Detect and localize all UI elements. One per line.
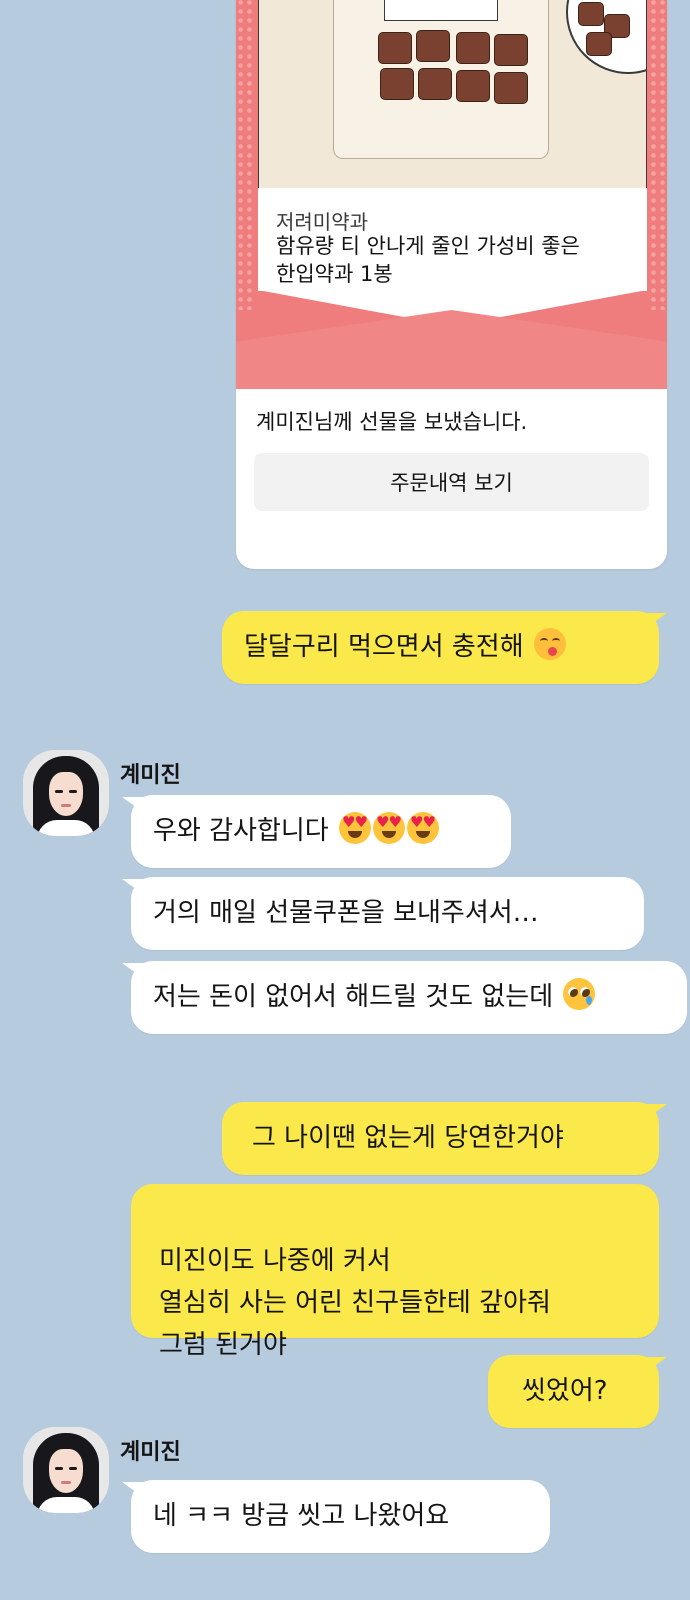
sender-name: 계미진	[120, 763, 181, 788]
message-text: 미진이도 나중에 커서 열심히 사는 어린 친구들한테 갚아줘 그럼 된거야	[159, 1246, 551, 1360]
yakgwa-piece	[494, 34, 528, 66]
pleading-face-icon	[563, 978, 596, 1010]
their-message-bubble[interactable]: 네 ㅋㅋ 방금 씻고 나왔어요	[131, 1480, 550, 1553]
their-message-bubble[interactable]: 저는 돈이 없어서 해드릴 것도 없는데	[131, 961, 687, 1034]
their-message-bubble[interactable]: 우와 감사합니다	[131, 795, 511, 868]
my-message-bubble[interactable]: 그 나이땐 없는게 당연한거야	[222, 1102, 659, 1175]
gift-sent-message: 계미진님께 선물을 보냈습니다.	[256, 410, 528, 434]
message-text: 씻었어?	[522, 1376, 608, 1406]
message-text: 달달구리 먹으면서 충전해	[244, 632, 524, 662]
message-text: 그 나이땐 없는게 당연한거야	[252, 1123, 564, 1153]
product-pouch-illustration	[333, 0, 549, 159]
their-message-bubble[interactable]: 거의 매일 선물쿠폰을 보내주셔서…	[131, 877, 644, 950]
plate-illustration	[566, 0, 646, 74]
my-message-bubble[interactable]: 달달구리 먹으면서 충전해	[222, 611, 659, 684]
yakgwa-piece	[380, 68, 414, 100]
contact-avatar[interactable]	[23, 1427, 109, 1513]
message-text: 우와 감사합니다	[153, 816, 329, 846]
yakgwa-piece	[578, 2, 604, 26]
yakgwa-piece	[456, 32, 490, 64]
product-image[interactable]	[258, 0, 647, 189]
gift-card[interactable]: 저려미약과 함유량 티 안나게 줄인 가성비 좋은 한입약과 1봉 계미진님께 …	[236, 0, 667, 569]
yakgwa-piece	[416, 30, 450, 62]
face-savoring-food-icon	[533, 628, 566, 660]
yakgwa-piece	[586, 32, 612, 56]
contact-avatar[interactable]	[23, 750, 109, 836]
message-text: 거의 매일 선물쿠폰을 보내주셔서…	[153, 898, 539, 928]
yakgwa-piece	[378, 32, 412, 64]
yakgwa-piece	[456, 70, 490, 102]
my-message-bubble[interactable]: 씻었어?	[488, 1355, 659, 1428]
pouch-label	[384, 0, 498, 21]
heart-eyes-icon	[406, 812, 439, 844]
yakgwa-piece	[418, 68, 452, 100]
view-order-button[interactable]: 주문내역 보기	[254, 453, 649, 511]
product-name: 함유량 티 안나게 줄인 가성비 좋은 한입약과 1봉	[276, 234, 580, 286]
sender-name: 계미진	[120, 1440, 181, 1465]
my-message-bubble[interactable]: 미진이도 나중에 커서 열심히 사는 어린 친구들한테 갚아줘 그럼 된거야	[131, 1184, 659, 1360]
heart-eyes-icon	[338, 812, 371, 844]
product-brand: 저려미약과	[276, 210, 368, 234]
gift-card-dot-border	[236, 0, 254, 310]
gift-card-dot-border	[649, 0, 667, 310]
message-text: 네 ㅋㅋ 방금 씻고 나왔어요	[153, 1501, 450, 1531]
heart-eyes-icon	[372, 812, 405, 844]
message-text: 저는 돈이 없어서 해드릴 것도 없는데	[153, 982, 554, 1012]
yakgwa-piece	[494, 72, 528, 104]
